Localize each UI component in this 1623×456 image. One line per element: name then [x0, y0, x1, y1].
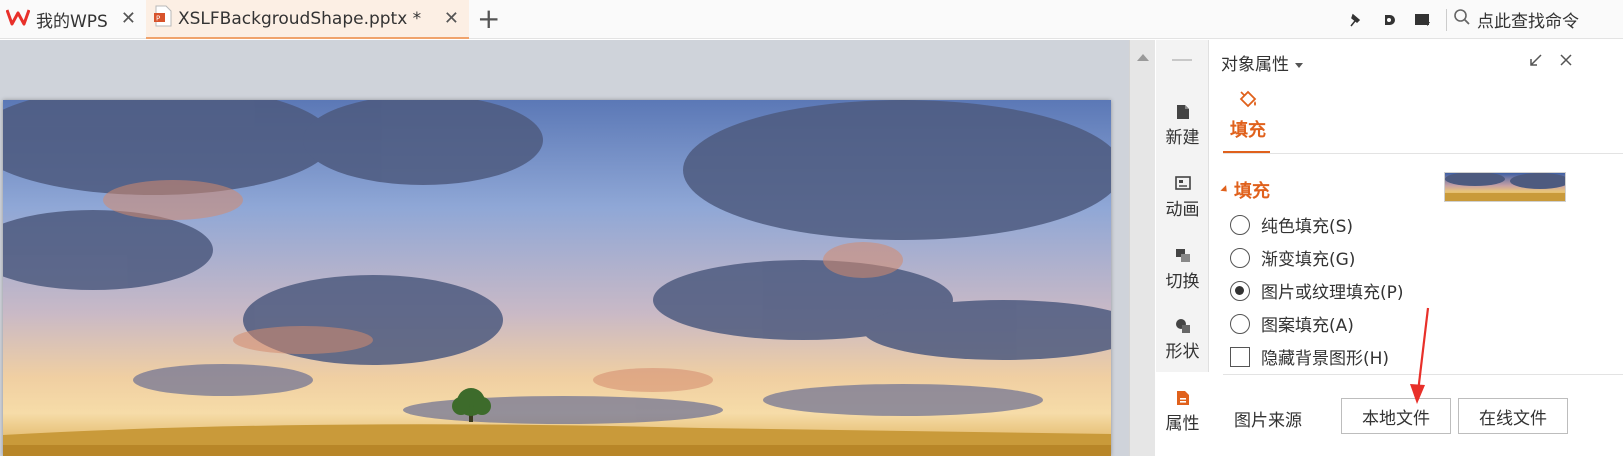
skin-icon[interactable]	[1372, 0, 1406, 39]
toolbar-right: 点此查找命令	[1338, 0, 1623, 39]
pptx-file-icon: P	[154, 5, 172, 32]
panel-title: 对象属性	[1221, 55, 1289, 75]
sidebar-item-label: 属性	[1165, 414, 1200, 434]
transition-icon	[1156, 240, 1209, 264]
tab-label: 我的WPS	[36, 12, 108, 32]
local-file-button[interactable]: 本地文件	[1341, 398, 1451, 434]
sidebar-item-shape[interactable]: 形状	[1156, 310, 1209, 362]
radio-button[interactable]	[1230, 313, 1250, 334]
command-search[interactable]: 点此查找命令	[1453, 0, 1623, 39]
collapse-panel-icon[interactable]	[1528, 52, 1544, 72]
option-label: 纯色填充(S)	[1261, 217, 1354, 237]
slide-background-image[interactable]	[3, 100, 1111, 456]
option-label: 图案填充(A)	[1261, 316, 1354, 336]
chevron-down-icon	[1295, 62, 1303, 68]
svg-text:P: P	[156, 15, 160, 23]
section-label: 填充	[1234, 181, 1270, 202]
inbox-icon[interactable]	[1406, 0, 1440, 39]
tab-label: XSLFBackgroudShape.pptx *	[178, 8, 422, 29]
option-hide-background-graphics[interactable]: 隐藏背景图形(H)	[1230, 344, 1389, 369]
toolbar-divider	[1446, 8, 1447, 31]
tab-fill[interactable]: 填充	[1227, 90, 1269, 142]
scroll-up-icon[interactable]	[1137, 54, 1149, 61]
option-picture-texture-fill[interactable]: 图片或纹理填充(P)	[1230, 278, 1404, 303]
radio-button[interactable]	[1230, 247, 1250, 268]
new-tab-button[interactable]: +	[477, 4, 500, 34]
vertical-scrollbar[interactable]	[1129, 40, 1155, 456]
sidebar-item-label: 新建	[1165, 128, 1200, 148]
option-gradient-fill[interactable]: 渐变填充(G)	[1230, 245, 1355, 270]
sidebar-item-animation[interactable]: 动画	[1156, 168, 1209, 220]
properties-icon	[1156, 382, 1209, 406]
radio-button-selected[interactable]	[1230, 280, 1250, 301]
fill-preview-thumbnail	[1444, 172, 1570, 202]
drag-handle[interactable]	[1172, 59, 1192, 61]
sidebar-item-properties[interactable]: 属性	[1156, 372, 1209, 456]
option-label: 渐变填充(G)	[1261, 250, 1356, 270]
tab-fill-label: 填充	[1230, 120, 1266, 141]
online-file-button[interactable]: 在线文件	[1458, 398, 1568, 434]
sidebar-item-label: 切换	[1165, 272, 1200, 292]
option-label: 图片或纹理填充(P)	[1261, 283, 1404, 303]
new-file-icon	[1156, 96, 1209, 120]
checkbox[interactable]	[1230, 346, 1250, 367]
tab-pptx-document[interactable]: P XSLFBackgroudShape.pptx * ✕	[146, 0, 469, 39]
search-icon	[1453, 8, 1471, 31]
wps-logo-icon	[5, 8, 31, 31]
pin-icon[interactable]	[1338, 0, 1372, 39]
tab-bar: 我的WPS ✕ P XSLFBackgroudShape.pptx * ✕ + …	[0, 0, 1623, 39]
shape-icon	[1156, 310, 1209, 334]
side-tool-strip: 新建 动画 切换 形状 属性	[1156, 40, 1209, 456]
close-icon[interactable]: ✕	[444, 9, 459, 29]
fill-section-header[interactable]: 填充	[1220, 177, 1270, 203]
panel-title-dropdown[interactable]: 对象属性	[1221, 50, 1303, 75]
picture-source-label: 图片来源	[1234, 411, 1302, 431]
collapse-triangle-icon	[1220, 184, 1230, 194]
panel-divider	[1223, 374, 1623, 375]
sidebar-item-new[interactable]: 新建	[1156, 96, 1209, 148]
option-pattern-fill[interactable]: 图案填充(A)	[1230, 311, 1354, 336]
paint-bucket-icon	[1227, 90, 1269, 110]
slide-canvas	[0, 40, 1129, 456]
sidebar-item-label: 动画	[1165, 200, 1200, 220]
panel-divider	[1223, 153, 1623, 154]
sidebar-item-label: 形状	[1165, 342, 1200, 362]
properties-panel: 对象属性 填充 填充 纯色填充(S) 渐变填充(G) 图片或纹理填充(P) 图案…	[1210, 40, 1623, 456]
animation-icon	[1156, 168, 1209, 192]
close-icon[interactable]: ✕	[121, 9, 136, 29]
option-solid-fill[interactable]: 纯色填充(S)	[1230, 212, 1353, 237]
option-label: 隐藏背景图形(H)	[1261, 349, 1390, 369]
search-label: 点此查找命令	[1477, 12, 1579, 32]
radio-button[interactable]	[1230, 214, 1250, 235]
close-panel-icon[interactable]	[1558, 52, 1574, 72]
sidebar-item-transition[interactable]: 切换	[1156, 240, 1209, 292]
tab-my-wps[interactable]: 我的WPS ✕	[0, 0, 146, 39]
